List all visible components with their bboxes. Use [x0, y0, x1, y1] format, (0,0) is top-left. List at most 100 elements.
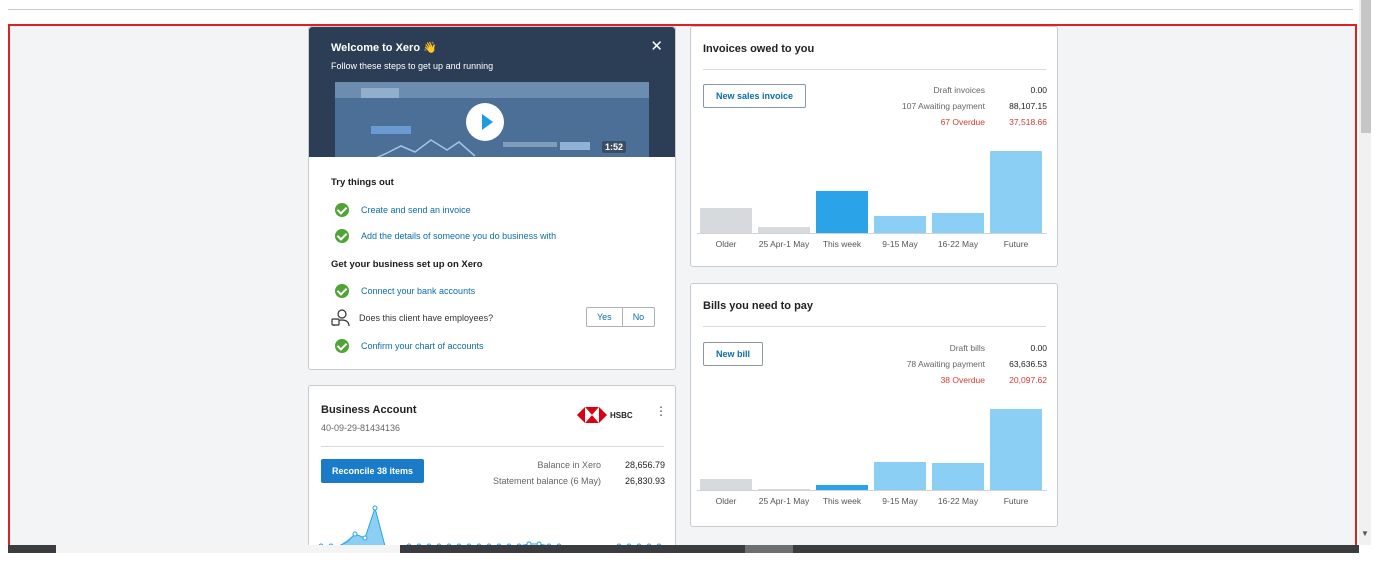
chart-bar-5[interactable] [990, 151, 1042, 233]
bank-balances: Balance in Xero 28,656.79 Statement balan… [469, 457, 665, 489]
stat-value[interactable]: 88,107.15 [985, 98, 1047, 114]
invoices-stats: Draft invoices 0.00 107 Awaiting payment 8… [891, 82, 1047, 130]
chart-bar-4[interactable] [932, 213, 984, 233]
bank-logo: HSBC [577, 406, 647, 424]
hsbc-hexagon-icon [577, 407, 607, 423]
bills-stats: Draft bills 0.00 78 Awaiting payment 63,63… [891, 340, 1047, 388]
welcome-title-text: Welcome to Xero [331, 42, 421, 54]
no-button[interactable]: No [621, 308, 655, 326]
stat-label[interactable]: 78 Awaiting payment [907, 356, 985, 372]
yes-button[interactable]: Yes [587, 308, 622, 326]
new-sales-invoice-button[interactable]: New sales invoice [703, 84, 807, 108]
statement-balance: Statement balance (6 May) 26,830.93 [469, 473, 665, 489]
top-divider [8, 9, 1353, 10]
chart-x-label: 16-22 May [937, 239, 979, 249]
statement-label: Statement balance (6 May) [492, 476, 601, 486]
chart-x-label: 25 Apr-1 May [758, 496, 810, 506]
invoices-title[interactable]: Invoices owed to you [703, 43, 814, 55]
bank-account-card: Business Account 40-09-29-81434136 HSBC … [308, 385, 676, 553]
invoices-card: Invoices owed to you New sales invoice D… [690, 26, 1058, 267]
stat-value[interactable]: 0.00 [985, 340, 1047, 356]
bank-account-number: 40-09-29-81434136 [321, 423, 401, 433]
taskbar-app[interactable] [745, 545, 793, 553]
chart-bar-5[interactable] [990, 409, 1042, 490]
chart-bar-3[interactable] [874, 462, 926, 490]
more-options-icon[interactable]: ⋮ [655, 404, 667, 418]
stat-label[interactable]: 107 Awaiting payment [902, 98, 985, 114]
chart-bar-4[interactable] [932, 463, 984, 490]
taskbar-search[interactable] [56, 545, 400, 553]
bills-chart-baseline [697, 490, 1047, 491]
chart-x-label: Older [715, 239, 737, 249]
wave-icon: 👋 [423, 42, 437, 54]
play-icon[interactable] [466, 103, 504, 141]
stat-awaiting[interactable]: 107 Awaiting payment 88,107.15 [891, 98, 1047, 114]
try-things-heading: Try things out [331, 177, 394, 188]
bills-chart: Older 25 Apr-1 May This week 9-15 May 16-22 … [697, 384, 1053, 514]
step-connect-bank[interactable]: Connect your bank accounts [335, 282, 475, 300]
welcome-title: Welcome to Xero 👋 [331, 41, 437, 54]
check-icon [335, 229, 349, 243]
bills-divider [703, 326, 1046, 327]
balance-value: 28,656.79 [624, 460, 665, 470]
check-icon [335, 339, 349, 353]
chart-x-label: 9-15 May [882, 239, 918, 249]
intro-video[interactable]: 1:52 [335, 82, 649, 157]
close-icon[interactable]: ✕ [650, 37, 663, 55]
step-connect-bank-link[interactable]: Connect your bank accounts [361, 286, 475, 296]
chart-x-label: Older [715, 496, 737, 506]
stat-value[interactable]: 0.00 [985, 82, 1047, 98]
statement-value: 26,830.93 [624, 476, 665, 486]
vertical-scrollbar-thumb[interactable] [1361, 0, 1371, 133]
welcome-card: Welcome to Xero 👋 Follow these steps to … [308, 26, 676, 370]
check-icon [335, 284, 349, 298]
stat-draft[interactable]: Draft bills 0.00 [891, 340, 1047, 356]
chart-bar-2[interactable] [816, 191, 868, 233]
step-add-contact[interactable]: Add the details of someone you do busine… [335, 227, 556, 245]
stat-label[interactable]: Draft invoices [934, 82, 986, 98]
chart-x-label: Future [1003, 496, 1029, 506]
step-add-contact-link[interactable]: Add the details of someone you do busine… [361, 231, 556, 241]
taskbar [8, 545, 1359, 553]
chart-bar-3[interactable] [874, 216, 926, 233]
check-icon [335, 203, 349, 217]
invoices-divider [703, 69, 1046, 70]
step-chart-of-accounts[interactable]: Confirm your chart of accounts [335, 337, 484, 355]
new-bill-button[interactable]: New bill [703, 342, 764, 366]
chart-x-label: This week [822, 239, 862, 249]
chart-x-label: 25 Apr-1 May [758, 239, 810, 249]
step-chart-of-accounts-link[interactable]: Confirm your chart of accounts [361, 341, 484, 351]
chart-bar-0[interactable] [700, 208, 752, 233]
step-create-invoice[interactable]: Create and send an invoice [335, 201, 471, 219]
bills-card: Bills you need to pay New bill Draft bil… [690, 283, 1058, 527]
balance-in-xero: Balance in Xero 28,656.79 [469, 457, 665, 473]
step-create-invoice-link[interactable]: Create and send an invoice [361, 205, 471, 215]
employees-yes-no: Yes No [586, 307, 656, 327]
bank-logo-text: HSBC [610, 410, 633, 420]
step-employees: Does this client have employees? [331, 309, 494, 327]
bills-title[interactable]: Bills you need to pay [703, 300, 813, 312]
bank-account-name[interactable]: Business Account [321, 404, 417, 416]
reconcile-button[interactable]: Reconcile 38 items [321, 459, 425, 483]
bank-divider [321, 446, 664, 447]
invoices-chart: Older 25 Apr-1 May This week 9-15 May 16-22 … [697, 127, 1053, 257]
chart-x-label: 16-22 May [937, 496, 979, 506]
scroll-down-arrow-icon[interactable]: ▼ [1361, 529, 1369, 538]
video-duration: 1:52 [602, 141, 627, 153]
stat-label[interactable]: Draft bills [950, 340, 985, 356]
setup-heading: Get your business set up on Xero [331, 259, 483, 270]
invoices-chart-baseline [697, 233, 1047, 234]
chart-x-label: This week [822, 496, 862, 506]
employees-icon [331, 309, 350, 327]
chart-bar-0[interactable] [700, 479, 752, 490]
employees-question: Does this client have employees? [359, 313, 494, 323]
chart-x-label: Future [1003, 239, 1029, 249]
chart-x-label: 9-15 May [882, 496, 918, 506]
welcome-header: Welcome to Xero 👋 Follow these steps to … [309, 27, 675, 157]
welcome-subtitle: Follow these steps to get up and running [331, 61, 494, 71]
dashboard-canvas: Welcome to Xero 👋 Follow these steps to … [8, 24, 1357, 553]
stat-awaiting[interactable]: 78 Awaiting payment 63,636.53 [891, 356, 1047, 372]
stat-value[interactable]: 63,636.53 [985, 356, 1047, 372]
stat-draft[interactable]: Draft invoices 0.00 [891, 82, 1048, 98]
balance-label: Balance in Xero [537, 460, 601, 470]
